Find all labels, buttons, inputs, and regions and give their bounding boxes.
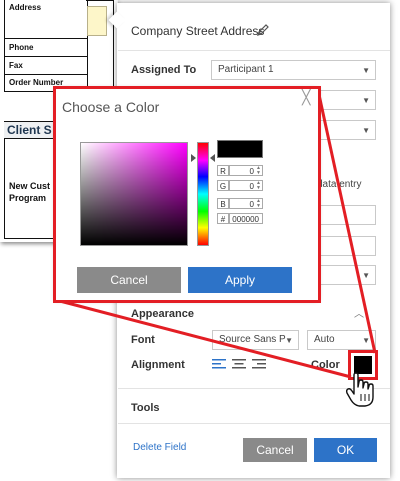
hue-slider-handle-right[interactable] [210,154,215,162]
close-icon[interactable]: ╳ [302,89,310,106]
blue-input[interactable]: 0 ▲ ▼ [229,198,263,209]
saturation-brightness-field[interactable] [80,142,188,246]
hex-label: # [217,213,229,224]
hex-value: 000000 [232,215,259,224]
spinner-icon[interactable]: ▲ ▼ [256,166,261,176]
blue-label: B [217,198,229,209]
red-value: 0 [249,167,254,176]
green-value: 0 [249,182,254,191]
color-picker-cancel-button[interactable]: Cancel [77,267,181,293]
color-picker-title: Choose a Color [62,99,160,115]
red-label: R [217,165,229,176]
hue-slider[interactable] [197,142,209,246]
blue-value: 0 [249,200,254,209]
green-label: G [217,180,229,191]
red-input[interactable]: 0 ▲ ▼ [229,165,263,176]
current-color-preview [217,140,263,158]
spinner-icon[interactable]: ▲ ▼ [256,181,261,191]
color-picker-apply-button[interactable]: Apply [188,267,292,293]
spinner-icon[interactable]: ▲ ▼ [256,199,261,209]
hue-slider-handle-left[interactable] [191,154,196,162]
hand-cursor-icon [345,372,374,407]
green-input[interactable]: 0 ▲ ▼ [229,180,263,191]
hex-input[interactable]: 000000 [229,213,263,224]
